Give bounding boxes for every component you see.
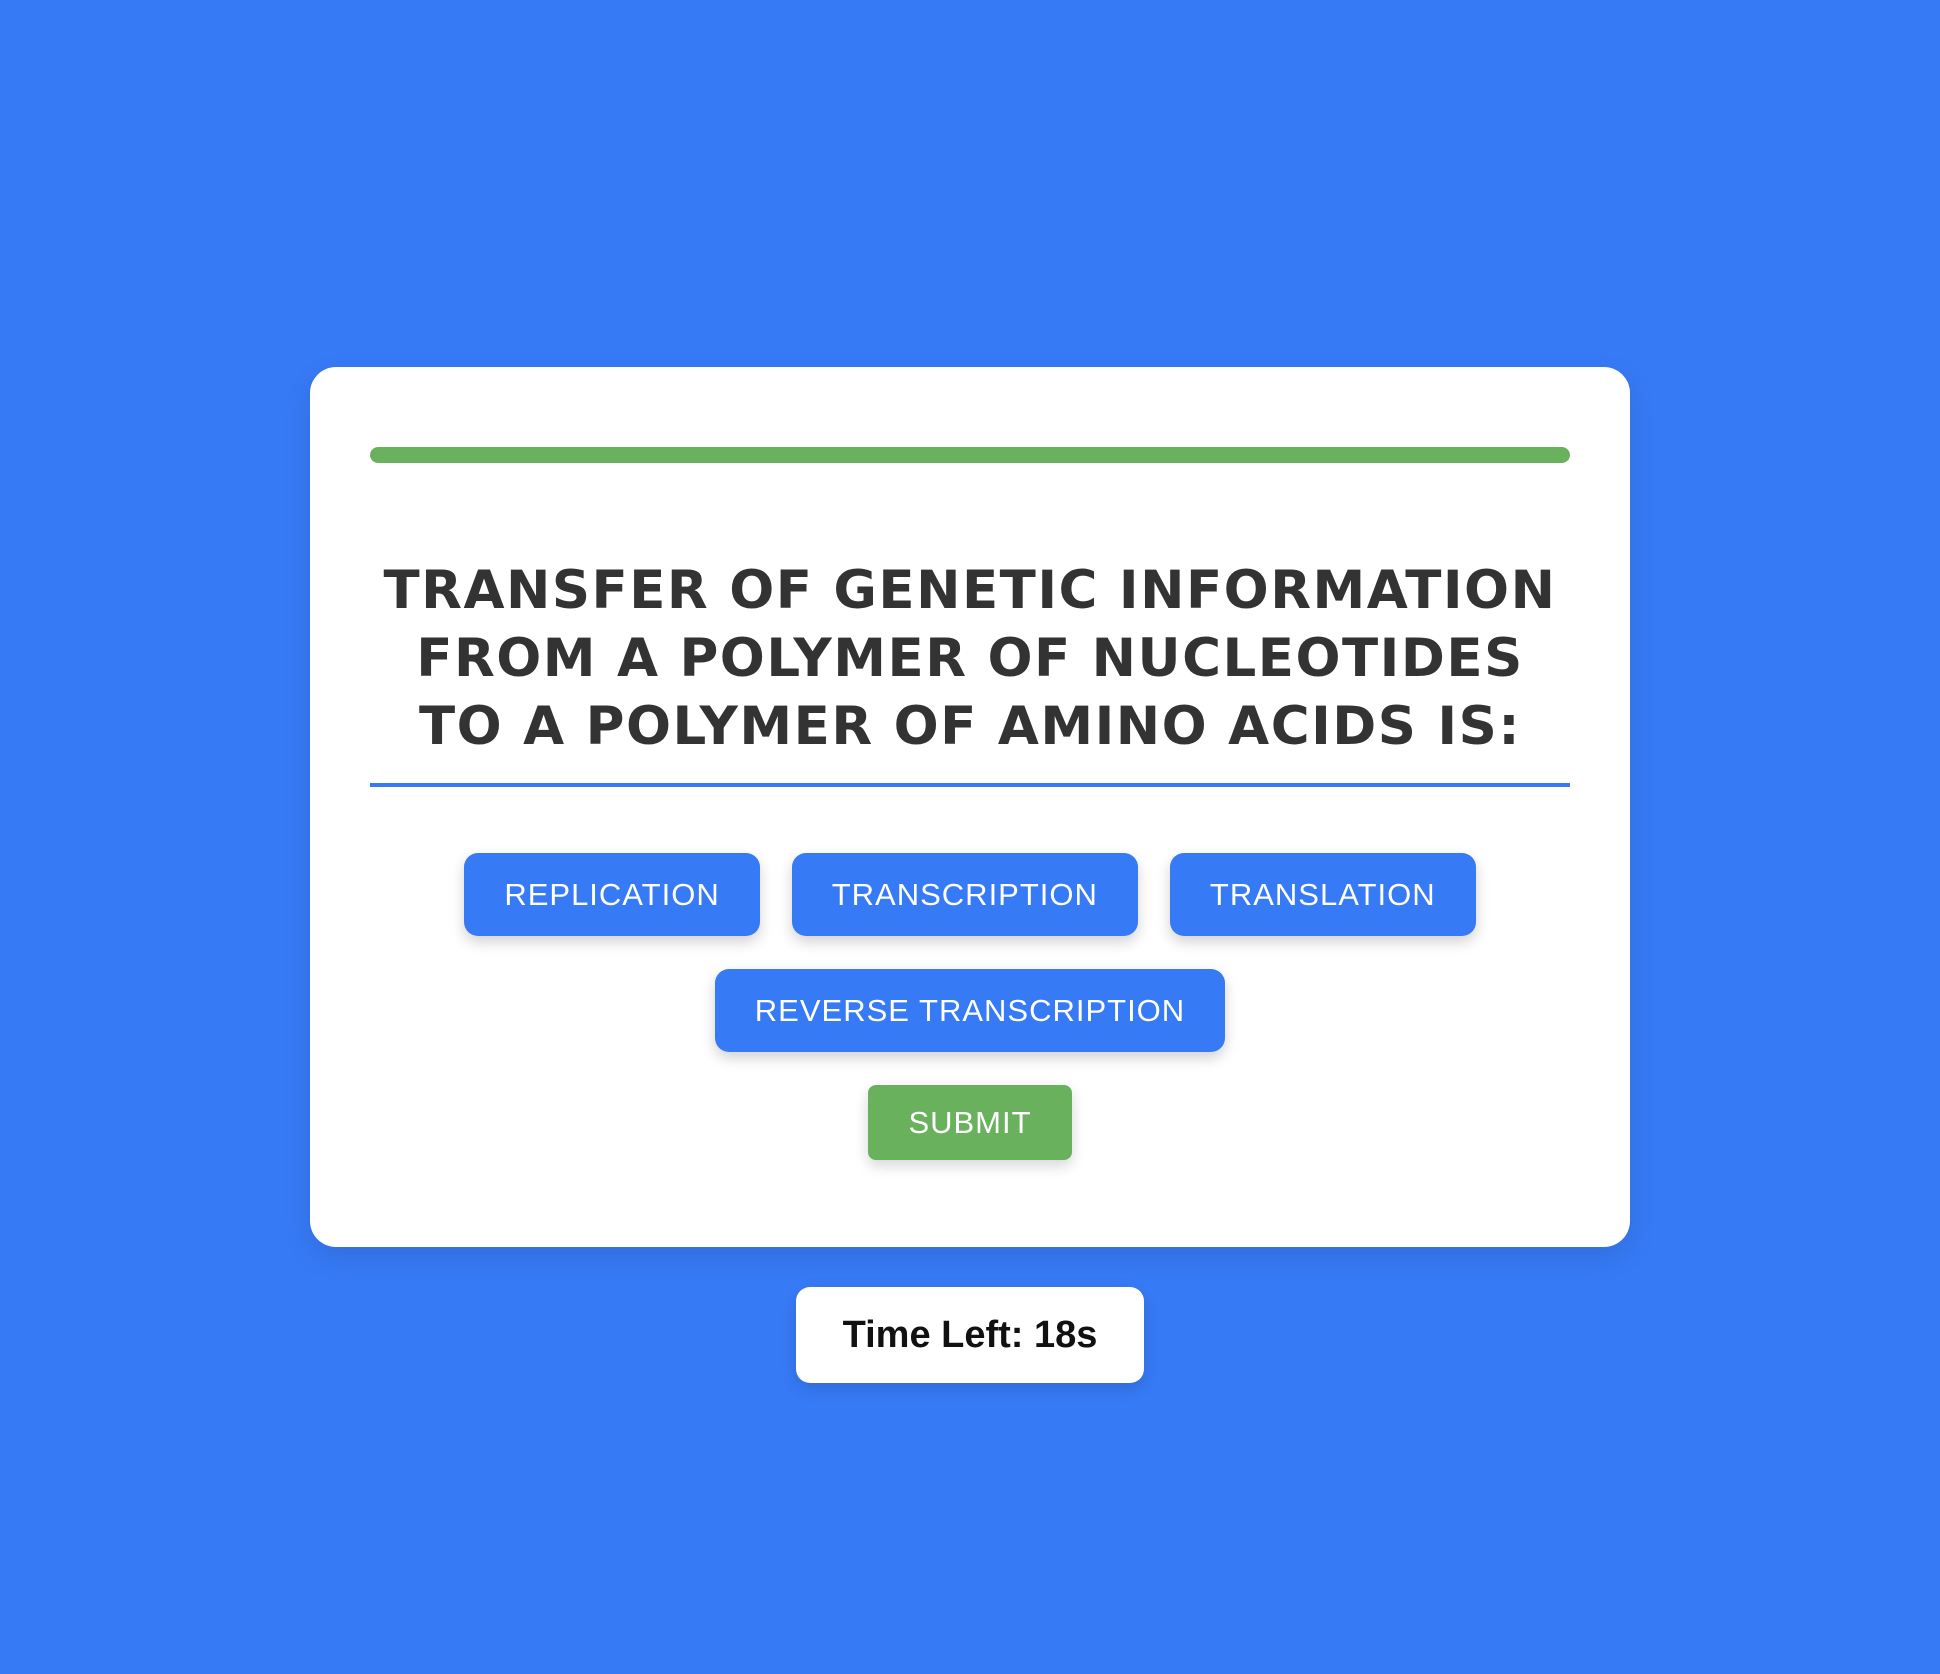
option-reverse-transcription-button[interactable]: REVERSE TRANSCRIPTION [714, 969, 1226, 1052]
question-divider [370, 783, 1570, 787]
option-transcription-button[interactable]: TRANSCRIPTION [791, 853, 1138, 936]
quiz-card: Transfer of genetic information from a p… [310, 367, 1630, 1247]
answer-options: REPLICATION TRANSCRIPTION TRANSLATION RE… [370, 853, 1570, 1052]
question-text: Transfer of genetic information from a p… [383, 560, 1557, 757]
submit-button[interactable]: SUBMIT [868, 1085, 1072, 1160]
progress-bar [370, 447, 1570, 463]
progress-bar-fill [370, 447, 1570, 463]
submit-row: SUBMIT [370, 1085, 1570, 1160]
option-replication-button[interactable]: REPLICATION [464, 853, 760, 936]
timer-display: Time Left: 18s [796, 1287, 1144, 1383]
option-translation-button[interactable]: TRANSLATION [1169, 853, 1476, 936]
